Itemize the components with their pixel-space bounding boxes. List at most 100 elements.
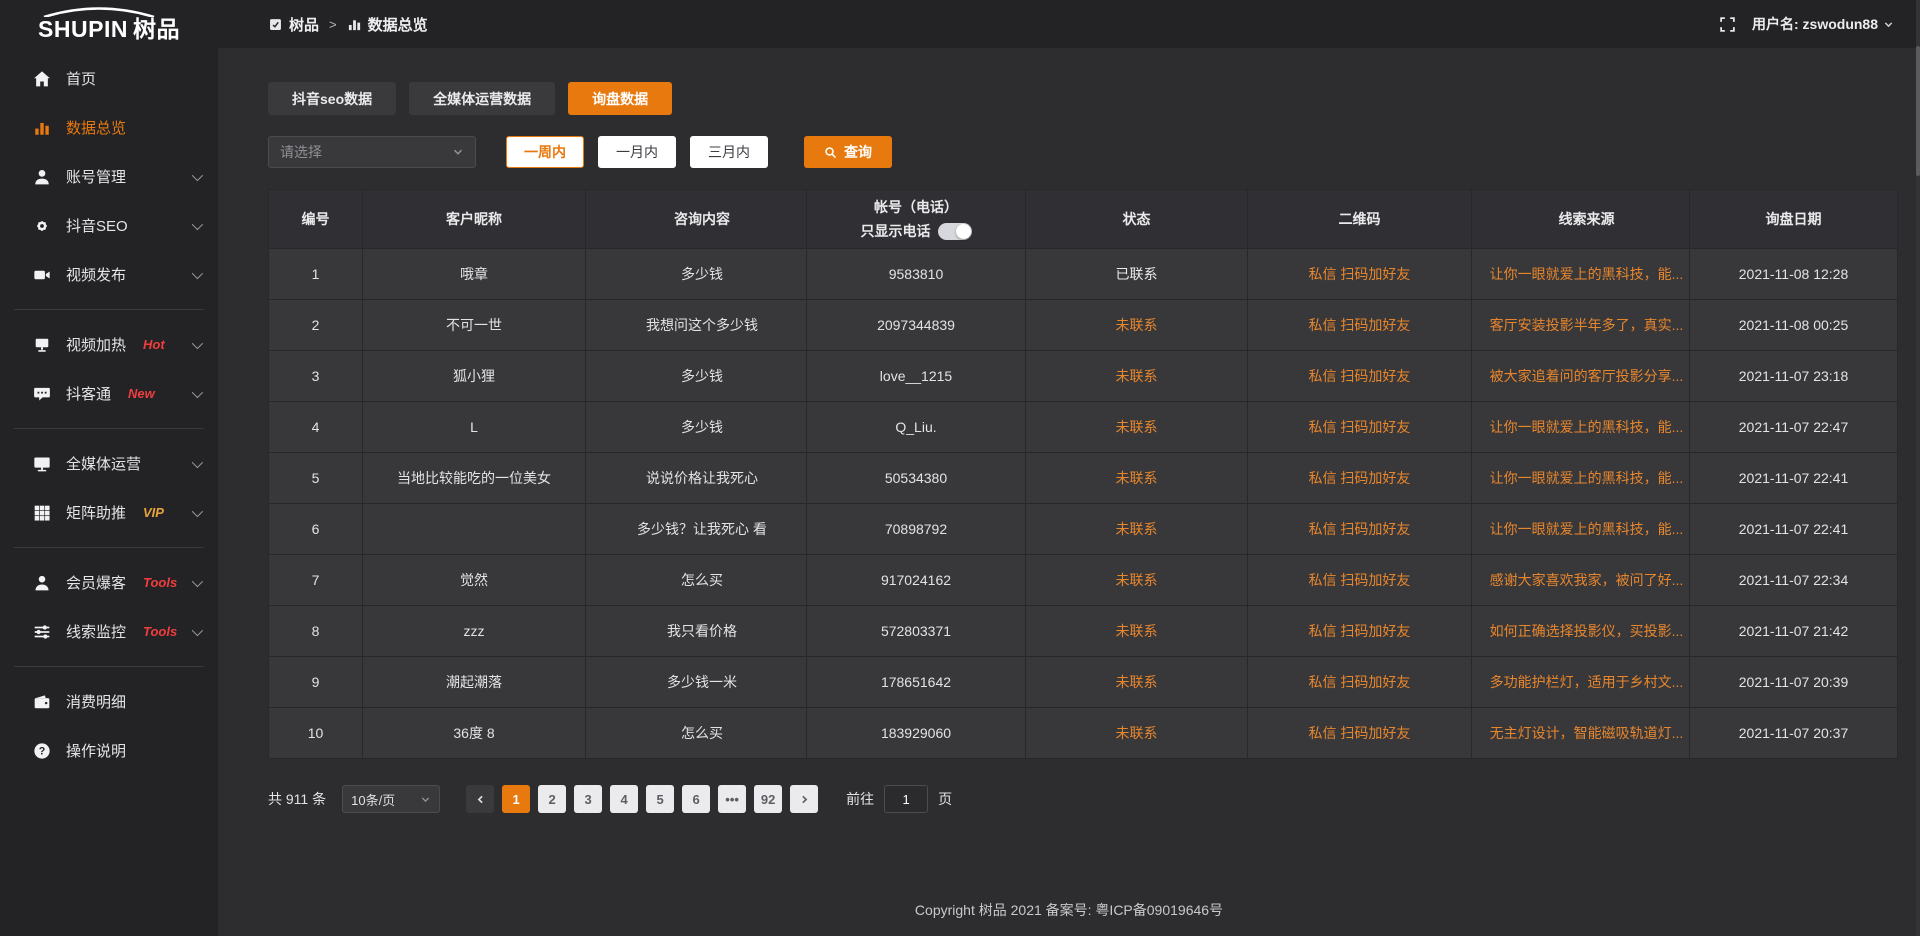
phone-toggle-label: 只显示电话 [861,221,931,242]
qr-link[interactable]: 私信 扫码加好友 [1309,317,1411,333]
page-button-4[interactable]: 4 [610,785,638,813]
tab-1[interactable]: 全媒体运营数据 [409,82,555,115]
cell-status: 未联系 [1026,657,1248,708]
sidebar-item-video-heat[interactable]: 视频加热Hot [0,320,218,369]
sidebar-item-douketong[interactable]: 抖客通New [0,369,218,418]
cell-no: 9 [269,657,363,708]
qr-link[interactable]: 私信 扫码加好友 [1309,623,1411,639]
source-link[interactable]: 被大家追着问的客厅投影分享... [1490,368,1684,384]
sidebar-item-media-operation[interactable]: 全媒体运营 [0,439,218,488]
page-button-92[interactable]: 92 [754,785,782,813]
user-icon [33,168,51,186]
source-link[interactable]: 感谢大家喜欢我家，被问了好... [1490,572,1684,588]
range-button-1[interactable]: 一月内 [598,136,676,168]
page-button-3[interactable]: 3 [574,785,602,813]
cell-source: 如何正确选择投影仪，买投影... [1472,606,1690,657]
pagination-ellipsis[interactable]: ••• [718,785,746,813]
cell-nickname: L [363,402,586,453]
qr-link[interactable]: 私信 扫码加好友 [1309,368,1411,384]
status-text: 未联系 [1116,521,1158,537]
date-range-group: 一周内一月内三月内 [506,136,768,168]
chevron-down-icon [1883,19,1894,30]
chevron-down-icon [192,505,203,516]
page-size-select[interactable]: 10条/页 [342,785,440,813]
sidebar-item-home[interactable]: 首页 [0,54,218,103]
sidebar-item-matrix-boost[interactable]: 矩阵助推VIP [0,488,218,537]
sidebar-item-consume-detail[interactable]: 消费明细 [0,677,218,726]
sidebar-item-label: 线索监控 [66,621,126,642]
goto-page-input[interactable] [884,785,928,813]
username-label: 用户名: zswodun88 [1752,14,1878,34]
breadcrumb-root[interactable]: 树品 [289,14,319,35]
cell-account: 2097344839 [807,300,1026,351]
sidebar-item-account-manage[interactable]: 账号管理 [0,152,218,201]
cell-qr: 私信 扫码加好友 [1248,249,1472,300]
cell-content: 我只看价格 [586,606,807,657]
sidebar-item-operation-guide[interactable]: ?操作说明 [0,726,218,775]
range-button-2[interactable]: 三月内 [690,136,768,168]
tab-0[interactable]: 抖音seo数据 [268,82,396,115]
sidebar-item-douyin-seo[interactable]: 抖音SEO [0,201,218,250]
col-header-1: 客户昵称 [363,190,586,249]
source-link[interactable]: 无主灯设计，智能磁吸轨道灯... [1490,725,1684,741]
cell-status: 未联系 [1026,453,1248,504]
chevron-down-icon [420,794,431,805]
user-menu[interactable]: 用户名: zswodun88 [1752,14,1894,34]
source-link[interactable]: 如何正确选择投影仪，买投影... [1490,623,1684,639]
page-button-1[interactable]: 1 [502,785,530,813]
sidebar-item-video-publish[interactable]: 视频发布 [0,250,218,299]
page-button-2[interactable]: 2 [538,785,566,813]
qr-link[interactable]: 私信 扫码加好友 [1309,266,1411,282]
qr-link[interactable]: 私信 扫码加好友 [1309,521,1411,537]
filter-select[interactable]: 请选择 [268,136,476,168]
table-row: 9潮起潮落多少钱一米178651642未联系私信 扫码加好友多功能护栏灯，适用于… [269,657,1898,708]
bar-chart-icon [347,17,362,32]
chevron-down-icon [192,337,203,348]
chevron-down-icon [192,575,203,586]
source-link[interactable]: 多功能护栏灯，适用于乡村文... [1490,674,1684,690]
qr-link[interactable]: 私信 扫码加好友 [1309,470,1411,486]
sidebar-item-data-overview[interactable]: 数据总览 [0,103,218,152]
chevron-left-icon [475,794,486,805]
cell-date: 2021-11-08 00:25 [1690,300,1898,351]
sidebar-item-member-baoke[interactable]: 会员爆客Tools [0,558,218,607]
tab-2[interactable]: 询盘数据 [568,82,672,115]
source-link[interactable]: 让你一眼就爱上的黑科技，能... [1490,470,1684,486]
cell-nickname: 哦章 [363,249,586,300]
query-button[interactable]: 查询 [804,136,892,168]
cell-content: 多少钱一米 [586,657,807,708]
page-button-6[interactable]: 6 [682,785,710,813]
table-row: 1036度 8怎么买183929060未联系私信 扫码加好友无主灯设计，智能磁吸… [269,708,1898,759]
scrollbar-thumb[interactable] [1916,46,1920,176]
chevron-down-icon [452,146,464,158]
qr-link[interactable]: 私信 扫码加好友 [1309,674,1411,690]
cell-qr: 私信 扫码加好友 [1248,351,1472,402]
video-icon [33,266,51,284]
table-header-row: 编号客户昵称咨询内容帐号（电话）只显示电话状态二维码线索来源询盘日期 [269,190,1898,249]
qr-link[interactable]: 私信 扫码加好友 [1309,572,1411,588]
status-text: 未联系 [1116,572,1158,588]
source-link[interactable]: 客厅安装投影半年多了，真实... [1490,317,1684,333]
qr-link[interactable]: 私信 扫码加好友 [1309,725,1411,741]
range-button-0[interactable]: 一周内 [506,136,584,168]
breadcrumb-separator: > [329,17,337,32]
page-button-5[interactable]: 5 [646,785,674,813]
next-page-button[interactable] [790,785,818,813]
sidebar-item-label: 抖客通 [66,383,111,404]
prev-page-button[interactable] [466,785,494,813]
cell-qr: 私信 扫码加好友 [1248,708,1472,759]
source-link[interactable]: 让你一眼就爱上的黑科技，能... [1490,521,1684,537]
fullscreen-icon[interactable] [1719,16,1736,33]
cell-account: love__1215 [807,351,1026,402]
source-link[interactable]: 让你一眼就爱上的黑科技，能... [1490,266,1684,282]
source-link[interactable]: 让你一眼就爱上的黑科技，能... [1490,419,1684,435]
cell-status: 已联系 [1026,249,1248,300]
sidebar-item-clue-monitor[interactable]: 线索监控Tools [0,607,218,656]
cell-source: 让你一眼就爱上的黑科技，能... [1472,402,1690,453]
cell-status: 未联系 [1026,402,1248,453]
phone-only-toggle[interactable] [938,223,972,240]
chat-icon [33,385,51,403]
scrollbar-track[interactable] [1916,0,1920,936]
cell-status: 未联系 [1026,504,1248,555]
qr-link[interactable]: 私信 扫码加好友 [1309,419,1411,435]
